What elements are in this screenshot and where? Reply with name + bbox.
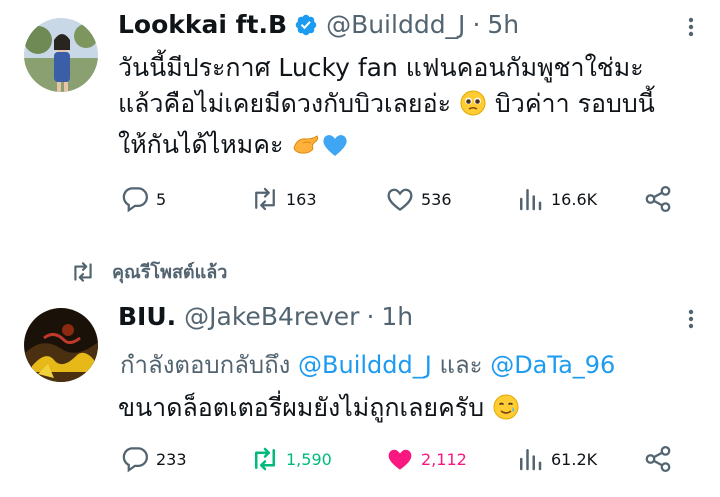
tweet-line-part: ให้กันได้ไหมคะ — [118, 130, 284, 159]
like-button[interactable]: 2,112 — [385, 444, 467, 474]
separator-dot: · — [366, 302, 375, 331]
user-handle[interactable]: @Builddd_J — [326, 10, 465, 39]
views-button[interactable]: 61.2K — [515, 444, 597, 474]
tweet-line: แล้วคือไม่เคยมีดวงกับบิวเลยอ่ะ บิวค่าา ร… — [118, 86, 655, 127]
share-icon — [645, 446, 671, 472]
tweet-line-part: แล้วคือไม่เคยมีดวงกับบิวเลยอ่ะ — [118, 89, 452, 118]
more-options-icon[interactable] — [676, 12, 706, 42]
display-name[interactable]: Lookkai ft.B — [118, 10, 287, 39]
timestamp[interactable]: 5h — [487, 10, 519, 39]
smiling-face-with-tear-emoji-icon — [492, 393, 520, 431]
like-icon — [388, 449, 412, 470]
pleading-face-emoji-icon — [459, 89, 487, 127]
replying-and: และ — [439, 351, 483, 379]
repost-icon — [255, 187, 275, 211]
repost-icon — [74, 261, 92, 282]
views-icon — [520, 189, 542, 211]
verified-badge-icon — [294, 13, 318, 37]
tweet-header: BIU. @JakeB4rever · 1h — [118, 302, 413, 331]
user-handle[interactable]: @JakeB4rever — [184, 302, 359, 331]
share-button[interactable] — [643, 184, 673, 214]
timestamp[interactable]: 1h — [381, 302, 413, 331]
tweet-text: วันนี้มีประกาศ Lucky fan แฟนคอนกัมพูชาใช… — [118, 50, 655, 168]
like-count: 2,112 — [421, 449, 467, 469]
reposted-label[interactable]: คุณรีโพสต์แล้ว — [112, 257, 227, 286]
avatar[interactable] — [24, 18, 98, 92]
avatar[interactable] — [24, 308, 98, 382]
tweet-line: ให้กันได้ไหมคะ — [118, 127, 655, 168]
reply-count: 5 — [156, 189, 167, 209]
tweet-line-part: บิวค่าา รอบบนี้ — [494, 89, 655, 118]
pinching-hand-emoji-icon — [291, 130, 321, 168]
reply-icon — [122, 187, 148, 213]
reply-icon — [122, 447, 148, 473]
mention-link[interactable]: @Builddd_J — [298, 351, 432, 379]
mention-link[interactable]: @DaTa_96 — [490, 351, 615, 379]
tweet-header: Lookkai ft.B @Builddd_J · 5h — [118, 10, 519, 39]
like-count: 536 — [421, 189, 452, 209]
views-icon — [520, 449, 542, 471]
views-count: 61.2K — [551, 449, 598, 469]
like-icon — [387, 188, 413, 212]
reply-button[interactable]: 5 — [120, 184, 166, 214]
repost-button[interactable]: 1,590 — [250, 444, 332, 474]
replying-to: กำลังตอบกลับถึง @Builddd_J และ @DaTa_96 — [120, 345, 615, 384]
more-options-icon[interactable] — [676, 304, 706, 334]
reposted-banner: คุณรีโพสต์แล้ว — [70, 257, 227, 286]
replying-to-label: กำลังตอบกลับถึง — [120, 351, 291, 379]
reply-button[interactable]: 233 — [120, 444, 187, 474]
blue-heart-emoji-icon — [321, 132, 349, 168]
share-icon — [645, 186, 671, 212]
like-button[interactable]: 536 — [385, 184, 452, 214]
tweet-line: วันนี้มีประกาศ Lucky fan แฟนคอนกัมพูชาใช… — [118, 53, 644, 82]
tweet-line: ขนาดล็อตเตอรี่ผมยังไม่ถูกเลยครับ — [118, 393, 485, 422]
repost-button[interactable]: 163 — [250, 184, 317, 214]
views-button[interactable]: 16.6K — [515, 184, 597, 214]
share-button[interactable] — [643, 444, 673, 474]
views-count: 16.6K — [551, 189, 598, 209]
repost-icon — [255, 447, 275, 471]
repost-count: 163 — [286, 189, 317, 209]
separator-dot: · — [472, 10, 481, 39]
display-name[interactable]: BIU. — [118, 302, 176, 331]
repost-count: 1,590 — [286, 449, 332, 469]
tweet-text: ขนาดล็อตเตอรี่ผมยังไม่ถูกเลยครับ — [118, 390, 520, 431]
reply-count: 233 — [156, 449, 187, 469]
